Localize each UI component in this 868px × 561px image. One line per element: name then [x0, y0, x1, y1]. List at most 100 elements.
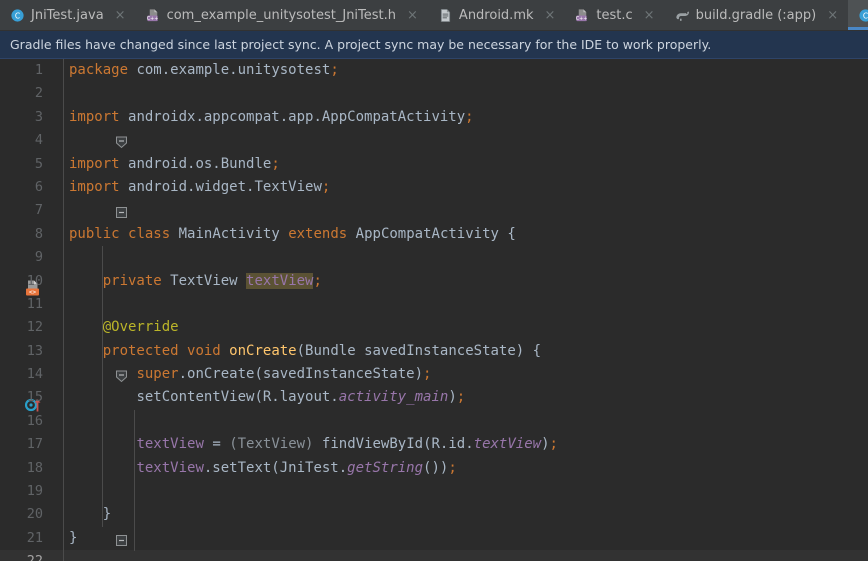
- code-text[interactable]: package com.example.unitysotest;: [64, 59, 868, 82]
- gradle-sync-notification-bar[interactable]: Gradle files have changed since last pro…: [0, 31, 868, 59]
- code-line[interactable]: 13 protected void onCreate(Bundle savedI…: [0, 340, 868, 383]
- tab-jnitest-java[interactable]: C JniTest.java ×: [0, 0, 136, 30]
- code-text[interactable]: super.onCreate(savedInstanceState);: [64, 363, 868, 386]
- fold-column[interactable]: [45, 270, 64, 293]
- fold-column[interactable]: [45, 59, 64, 82]
- fold-marker-icon[interactable]: [48, 181, 128, 219]
- fold-column[interactable]: [45, 410, 64, 433]
- java-class-icon: C: [10, 8, 25, 23]
- code-text[interactable]: [64, 480, 868, 503]
- fold-marker-icon[interactable]: [48, 345, 128, 383]
- line-number: 15: [26, 389, 43, 406]
- code-text[interactable]: @Override: [64, 316, 868, 339]
- code-line-active[interactable]: 22: [0, 550, 868, 561]
- code-line[interactable]: 2: [0, 82, 868, 105]
- fold-column[interactable]: [45, 82, 64, 105]
- code-text[interactable]: }: [64, 503, 868, 526]
- fold-column[interactable]: [45, 246, 64, 269]
- fold-column[interactable]: [45, 176, 128, 219]
- code-line[interactable]: 17 textView = (TextView) findViewById(R.…: [0, 433, 868, 456]
- code-line[interactable]: 16: [0, 410, 868, 433]
- code-text[interactable]: private TextView textView;: [64, 270, 868, 293]
- close-icon[interactable]: ×: [642, 9, 657, 22]
- code-text[interactable]: protected void onCreate(Bundle savedInst…: [64, 340, 868, 363]
- code-text[interactable]: textView = (TextView) findViewById(R.id.…: [64, 433, 868, 456]
- close-icon[interactable]: ×: [405, 9, 420, 22]
- close-icon[interactable]: ×: [113, 9, 128, 22]
- java-class-icon: C: [858, 8, 868, 23]
- code-text[interactable]: [64, 293, 868, 316]
- code-editor[interactable]: <> 1 package com.example.unitysotest; 2 …: [0, 59, 868, 561]
- code-line[interactable]: 21 }: [0, 527, 868, 550]
- fold-column[interactable]: [45, 527, 64, 550]
- line-number: 14: [26, 366, 43, 383]
- fold-column[interactable]: [45, 363, 64, 386]
- code-text[interactable]: [64, 246, 868, 269]
- tab-mainactivity-java[interactable]: C MainActivity.java ×: [848, 0, 868, 30]
- svg-text:C: C: [863, 11, 868, 20]
- fold-column[interactable]: [45, 199, 64, 222]
- code-text[interactable]: public class MainActivity extends AppCom…: [64, 223, 868, 246]
- code-text[interactable]: import android.os.Bundle;: [64, 153, 868, 176]
- code-line[interactable]: 20 }: [0, 503, 868, 546]
- code-text[interactable]: }: [64, 527, 868, 550]
- code-line[interactable]: 14 super.onCreate(savedInstanceState);: [0, 363, 868, 386]
- fold-column[interactable]: [45, 316, 64, 339]
- fold-column[interactable]: [45, 386, 64, 409]
- fold-column[interactable]: [45, 153, 64, 176]
- code-line[interactable]: 10 private TextView textView;: [0, 270, 868, 293]
- code-text[interactable]: [64, 82, 868, 105]
- fold-column[interactable]: [45, 106, 128, 149]
- line-number: 4: [34, 132, 43, 149]
- code-line[interactable]: 12 @Override: [0, 316, 868, 339]
- text-file-icon: [438, 8, 453, 23]
- fold-column[interactable]: [45, 223, 64, 246]
- fold-column[interactable]: [45, 129, 64, 152]
- code-line[interactable]: 18 textView.setText(JniTest.getString())…: [0, 457, 868, 480]
- line-number: 8: [34, 225, 43, 242]
- code-text[interactable]: [64, 129, 868, 152]
- fold-column[interactable]: [45, 433, 64, 456]
- notification-message: Gradle files have changed since last pro…: [10, 37, 712, 52]
- tab-com-example-unitysotest-jnitest-h[interactable]: C++ com_example_unitysotest_JniTest.h ×: [136, 0, 428, 30]
- code-line[interactable]: 3 import androidx.appcompat.app.AppCompa…: [0, 106, 868, 149]
- code-text[interactable]: import android.widget.TextView;: [64, 176, 868, 199]
- code-line[interactable]: 7: [0, 199, 868, 222]
- fold-column[interactable]: [45, 503, 128, 546]
- close-icon[interactable]: ×: [543, 9, 558, 22]
- line-number: 6: [34, 178, 43, 195]
- line-number: 19: [26, 483, 43, 500]
- code-text[interactable]: setContentView(R.layout.activity_main);: [64, 386, 868, 409]
- code-text[interactable]: textView.setText(JniTest.getString());: [64, 457, 868, 480]
- tab-label: Android.mk: [458, 7, 534, 23]
- tab-test-c[interactable]: C++ test.c ×: [565, 0, 664, 30]
- fold-column[interactable]: [45, 340, 128, 383]
- tab-build-gradle-app[interactable]: build.gradle (:app) ×: [665, 0, 849, 30]
- fold-column[interactable]: [45, 293, 64, 316]
- editor-tab-bar[interactable]: C JniTest.java × C++ com_example_unityso…: [0, 0, 868, 31]
- code-text[interactable]: [64, 199, 868, 222]
- line-number: 22: [0, 550, 45, 561]
- fold-marker-icon[interactable]: [48, 508, 128, 546]
- tab-android-mk[interactable]: Android.mk ×: [428, 0, 566, 30]
- fold-column[interactable]: [45, 480, 64, 503]
- code-text[interactable]: import androidx.appcompat.app.AppCompatA…: [64, 106, 868, 129]
- code-line[interactable]: 19: [0, 480, 868, 503]
- code-line[interactable]: 4: [0, 129, 868, 152]
- close-icon[interactable]: ×: [825, 9, 840, 22]
- code-line[interactable]: 1 package com.example.unitysotest;: [0, 59, 868, 82]
- code-line[interactable]: 8 public class MainActivity extends AppC…: [0, 223, 868, 246]
- fold-marker-icon[interactable]: [48, 111, 128, 149]
- code-text[interactable]: [64, 550, 868, 561]
- fold-column[interactable]: [45, 550, 64, 561]
- highlighted-identifier[interactable]: textView: [246, 272, 314, 289]
- fold-column[interactable]: [45, 457, 64, 480]
- gradle-icon: [675, 8, 690, 23]
- code-line[interactable]: 6 import android.widget.TextView;: [0, 176, 868, 219]
- code-text[interactable]: [64, 410, 868, 433]
- tab-label: JniTest.java: [31, 7, 104, 23]
- code-line[interactable]: 5 import android.os.Bundle;: [0, 153, 868, 176]
- code-line[interactable]: 9: [0, 246, 868, 269]
- code-line[interactable]: 11: [0, 293, 868, 316]
- code-line[interactable]: 15 setContentView(R.layout.activity_main…: [0, 386, 868, 409]
